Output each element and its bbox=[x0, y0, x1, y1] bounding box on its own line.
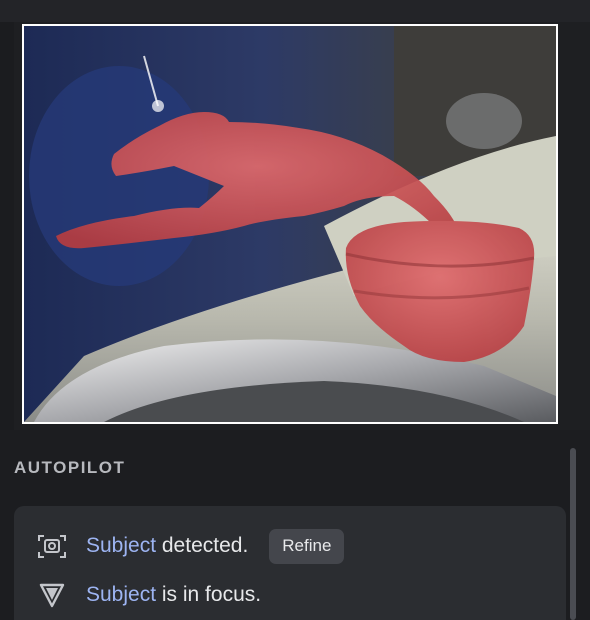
autopilot-panel: AUTOPILOT Subject detected. Refine Subje… bbox=[0, 430, 590, 620]
subject-link[interactable]: Subject bbox=[86, 534, 156, 557]
status-row-subject-focus: Subject is in focus. bbox=[36, 577, 261, 613]
status-rest: detected. bbox=[156, 534, 249, 557]
image-preview[interactable] bbox=[22, 24, 558, 424]
status-rest: is in focus. bbox=[156, 583, 262, 606]
refine-button[interactable]: Refine bbox=[269, 528, 345, 564]
top-bar bbox=[0, 0, 590, 22]
autopilot-window: AUTOPILOT Subject detected. Refine Subje… bbox=[0, 0, 590, 620]
focus-triangle-icon bbox=[36, 579, 68, 611]
scrollbar[interactable] bbox=[570, 448, 576, 620]
subject-link[interactable]: Subject bbox=[86, 583, 156, 606]
camera-icon bbox=[36, 530, 68, 562]
status-text-focus: Subject is in focus. bbox=[86, 583, 261, 607]
status-text-detected: Subject detected. bbox=[86, 534, 248, 558]
status-card: Subject detected. Refine Subject is in f… bbox=[14, 506, 566, 620]
status-row-subject-detected: Subject detected. Refine bbox=[36, 528, 345, 564]
preview-canvas bbox=[24, 26, 556, 422]
section-title: AUTOPILOT bbox=[14, 458, 126, 477]
